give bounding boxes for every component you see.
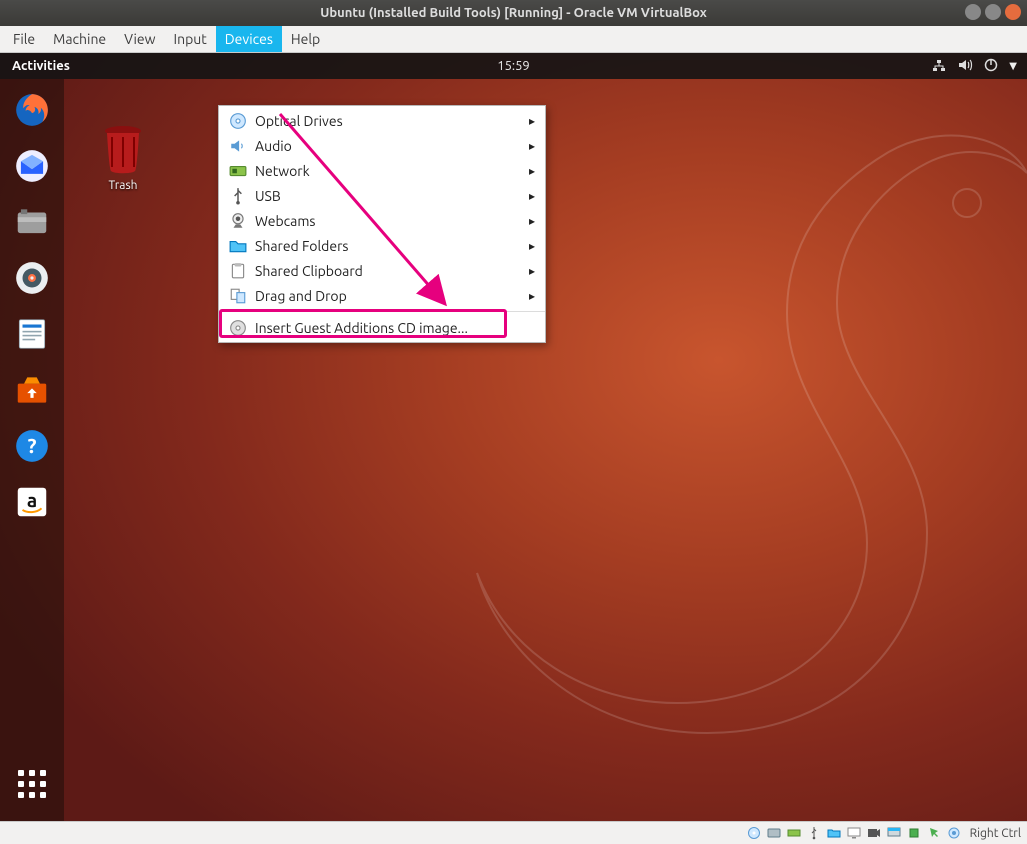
disc-icon — [229, 112, 247, 130]
submenu-arrow-icon: ▸ — [529, 214, 535, 228]
window-maximize-button[interactable] — [985, 4, 1001, 20]
svg-text:a: a — [27, 489, 37, 511]
vm-status-bar: Right Ctrl — [0, 821, 1027, 844]
menu-separator — [219, 311, 545, 312]
clock-label[interactable]: 15:59 — [497, 59, 530, 73]
trash-label: Trash — [108, 179, 137, 192]
status-cpu-icon[interactable] — [906, 825, 922, 841]
vm-window-titlebar: Ubuntu (Installed Build Tools) [Running]… — [0, 0, 1027, 26]
desktop-trash[interactable]: Trash — [100, 123, 146, 192]
dock-ubuntu-software[interactable] — [9, 367, 55, 413]
menu-view[interactable]: View — [115, 26, 164, 52]
status-disc-icon[interactable] — [746, 825, 762, 841]
dock-rhythmbox[interactable] — [9, 255, 55, 301]
dock-libreoffice-writer[interactable] — [9, 311, 55, 357]
drag-drop-icon — [229, 287, 247, 305]
menu-insert-guest-additions[interactable]: Insert Guest Additions CD image... — [219, 315, 545, 340]
status-display-icon[interactable] — [846, 825, 862, 841]
dock-thunderbird[interactable] — [9, 143, 55, 189]
submenu-arrow-icon: ▸ — [529, 264, 535, 278]
status-settings-icon[interactable] — [946, 825, 962, 841]
webcam-icon — [229, 212, 247, 230]
status-usb-icon[interactable] — [806, 825, 822, 841]
dock-files[interactable] — [9, 199, 55, 245]
menu-shared-folders[interactable]: Shared Folders ▸ — [219, 233, 545, 258]
chevron-down-icon: ▼ — [1009, 60, 1017, 72]
status-network-icon[interactable] — [786, 825, 802, 841]
dock-help[interactable]: ? — [9, 423, 55, 469]
menu-input[interactable]: Input — [165, 26, 216, 52]
gnome-top-bar: Activities 15:59 ▼ — [0, 53, 1027, 79]
activities-button[interactable]: Activities — [0, 59, 82, 73]
dock-amazon[interactable]: a — [9, 479, 55, 525]
submenu-arrow-icon: ▸ — [529, 114, 535, 128]
menu-devices[interactable]: Devices — [216, 26, 282, 52]
host-key-label: Right Ctrl — [970, 827, 1021, 840]
menu-audio[interactable]: Audio ▸ — [219, 133, 545, 158]
menu-machine[interactable]: Machine — [44, 26, 115, 52]
menu-optical-drives[interactable]: Optical Drives ▸ — [219, 108, 545, 133]
usb-icon — [229, 187, 247, 205]
svg-text:?: ? — [27, 434, 36, 457]
dock-firefox[interactable] — [9, 87, 55, 133]
show-applications-button[interactable] — [9, 761, 55, 807]
status-shared-folder-icon[interactable] — [826, 825, 842, 841]
submenu-arrow-icon: ▸ — [529, 289, 535, 303]
menu-help[interactable]: Help — [282, 26, 329, 52]
power-icon — [983, 57, 999, 76]
submenu-arrow-icon: ▸ — [529, 164, 535, 178]
menu-usb[interactable]: USB ▸ — [219, 183, 545, 208]
submenu-arrow-icon: ▸ — [529, 139, 535, 153]
status-vrde-icon[interactable] — [886, 825, 902, 841]
trash-icon — [100, 123, 146, 175]
sound-icon — [229, 137, 247, 155]
window-close-button[interactable] — [1005, 4, 1021, 20]
cd-insert-icon — [229, 319, 247, 337]
status-mouse-icon[interactable] — [926, 825, 942, 841]
status-hdd-icon[interactable] — [766, 825, 782, 841]
menu-network[interactable]: Network ▸ — [219, 158, 545, 183]
window-minimize-button[interactable] — [965, 4, 981, 20]
menu-webcams[interactable]: Webcams ▸ — [219, 208, 545, 233]
menu-shared-clipboard[interactable]: Shared Clipboard ▸ — [219, 258, 545, 283]
status-recording-icon[interactable] — [866, 825, 882, 841]
submenu-arrow-icon: ▸ — [529, 239, 535, 253]
network-icon — [931, 57, 947, 76]
guest-desktop: Activities 15:59 ▼ — [0, 53, 1027, 821]
menu-drag-and-drop[interactable]: Drag and Drop ▸ — [219, 283, 545, 308]
apps-grid-icon — [18, 770, 46, 798]
devices-dropdown-menu: Optical Drives ▸ Audio ▸ Network ▸ USB ▸… — [218, 105, 546, 343]
menu-file[interactable]: File — [4, 26, 44, 52]
vm-menubar: File Machine View Input Devices Help — [0, 26, 1027, 53]
clipboard-icon — [229, 262, 247, 280]
ubuntu-dock: ? a — [0, 79, 64, 821]
volume-icon — [957, 57, 973, 76]
folder-share-icon — [229, 237, 247, 255]
network-card-icon — [229, 162, 247, 180]
submenu-arrow-icon: ▸ — [529, 189, 535, 203]
window-title: Ubuntu (Installed Build Tools) [Running]… — [320, 6, 707, 20]
system-tray[interactable]: ▼ — [931, 57, 1027, 76]
